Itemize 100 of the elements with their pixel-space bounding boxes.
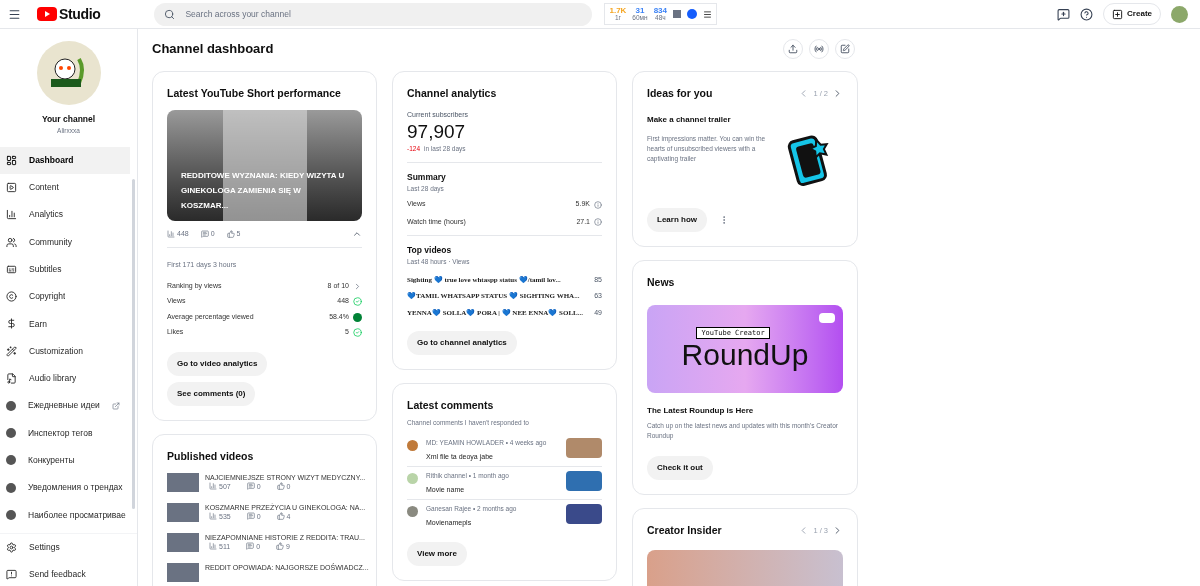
card-title: Creator Insider	[647, 522, 722, 538]
menu-icon[interactable]	[8, 7, 21, 21]
sidebar-item[interactable]: Инспектор тегов	[0, 419, 130, 447]
logo-text: Studio	[59, 4, 101, 24]
sidebar-item[interactable]: Send feedback	[0, 560, 137, 586]
video-thumbnail[interactable]	[167, 532, 199, 552]
sidebar-item[interactable]: Dashboard	[0, 146, 130, 174]
chevron-right-icon[interactable]	[353, 281, 362, 291]
nav-icon	[6, 209, 17, 221]
sidebar-item[interactable]: Audio library	[0, 364, 130, 393]
video-thumbnail[interactable]	[167, 562, 199, 582]
sidebar-item[interactable]: Ежедневные идеи	[0, 392, 130, 420]
sidebar-item[interactable]: Settings	[0, 533, 137, 561]
card-title: Latest comments	[407, 398, 495, 414]
likes-icon	[226, 230, 235, 238]
sidebar-item[interactable]: Customization	[0, 337, 130, 365]
nav-icon	[6, 345, 17, 357]
sidebar-item[interactable]: Конкуренты	[0, 446, 130, 475]
above-typical-icon	[353, 312, 362, 322]
banner-title: RoundUp	[681, 338, 809, 371]
sidebar-item[interactable]: Уведомления о трендах	[0, 474, 130, 502]
pill-button[interactable]: Learn how	[647, 207, 707, 232]
extension-icon	[687, 9, 697, 19]
nav-icon	[6, 541, 17, 553]
help-icon[interactable]	[1080, 7, 1094, 21]
menu-icon[interactable]	[703, 9, 712, 19]
feedback-icon[interactable]	[1057, 7, 1071, 21]
video-thumbnail[interactable]: REDDITOWE WYZNANIA: KIEDY WIZYTA U GINEKOLOGA ZAMIENIA SIĘ W KOSZMAR...	[167, 109, 362, 221]
widget-value: 1.7K	[609, 6, 627, 15]
video-thumbnail[interactable]	[566, 504, 602, 525]
comments-icon	[200, 230, 209, 238]
nav-icon	[6, 263, 17, 275]
video-thumbnail[interactable]	[167, 502, 199, 522]
play-logo-icon	[37, 7, 57, 21]
likes-icon	[276, 482, 285, 490]
pill-button[interactable]: View more	[407, 541, 467, 566]
page-title: Channel dashboard	[152, 40, 274, 59]
nav-icon	[6, 291, 17, 303]
views-icon	[167, 230, 175, 238]
comments-icon	[246, 482, 255, 490]
video-thumbnail[interactable]	[566, 437, 602, 458]
news-headline: The Latest Roundup is Here	[647, 404, 755, 417]
nav-icon	[6, 181, 17, 193]
info-icon[interactable]	[594, 200, 602, 209]
avatar[interactable]	[1171, 5, 1188, 23]
nav-icon	[6, 318, 17, 330]
widget-value: 31	[635, 6, 645, 15]
views-icon	[209, 482, 217, 490]
pill-button[interactable]: Go to video analytics	[167, 351, 268, 376]
scrollbar[interactable]	[132, 179, 135, 509]
search-field[interactable]: Search across your channel	[154, 2, 593, 26]
channel-label: Your channel	[41, 113, 96, 126]
commenter-avatar[interactable]	[407, 439, 418, 451]
pill-button[interactable]: Check it out	[647, 455, 713, 480]
nav-icon	[6, 568, 17, 580]
create-icon	[1112, 8, 1124, 20]
widget-value: 834	[653, 6, 667, 15]
search-icon	[164, 8, 176, 20]
likes-icon	[276, 542, 285, 550]
video-thumbnail[interactable]	[566, 471, 602, 491]
section-title: Top videos	[407, 244, 453, 257]
collapse-icon[interactable]	[352, 229, 362, 239]
commenter-avatar[interactable]	[407, 506, 418, 518]
card-title: News	[647, 274, 676, 290]
nav-icon	[6, 236, 17, 248]
check-icon	[353, 297, 362, 306]
sidebar-item[interactable]: Content	[0, 173, 130, 202]
views-icon	[209, 542, 217, 550]
sidebar-item[interactable]: Subtitles	[0, 255, 130, 283]
play-icon	[819, 312, 835, 323]
sidebar-item[interactable]: Community	[0, 228, 130, 256]
card-title: Ideas for you	[647, 86, 713, 101]
sidebar-item[interactable]: Наиболее просматривае	[0, 501, 130, 529]
section-title: Summary	[407, 170, 447, 184]
likes-icon	[276, 512, 285, 520]
subscriber-count: 97,907	[407, 120, 467, 144]
info-icon[interactable]	[594, 218, 602, 226]
card-title: Latest YouTube Short performance	[167, 86, 342, 101]
video-title: REDDITOWE WYZNANIA: KIEDY WIZYTA U GINEKOLOGA ZAMIENIA SIĘ W KOSZMAR...	[181, 169, 346, 212]
sidebar-item[interactable]: Analytics	[0, 201, 130, 229]
extension-icon	[6, 510, 16, 520]
sidebar-item[interactable]: Earn	[0, 310, 130, 338]
comments-icon	[246, 512, 255, 520]
extension-icon	[6, 400, 16, 411]
extension-icon	[6, 482, 16, 493]
pill-button[interactable]: See comments (0)	[167, 381, 256, 406]
nav-icon	[6, 373, 17, 384]
pill-button[interactable]: Go to channel analytics	[407, 331, 517, 356]
sidebar-item[interactable]: Copyright	[0, 283, 130, 311]
card-title: Channel analytics	[407, 86, 498, 101]
extension-icon	[6, 455, 16, 466]
comments-icon	[246, 542, 255, 550]
card-title: Published videos	[167, 448, 255, 464]
idea-title: Make a channel trailer	[647, 113, 732, 126]
extension-icon	[6, 428, 16, 439]
check-icon	[353, 328, 362, 337]
image-icon	[673, 10, 681, 18]
nav-icon	[6, 154, 17, 166]
views-icon	[209, 512, 217, 520]
video-thumbnail[interactable]	[167, 472, 199, 492]
